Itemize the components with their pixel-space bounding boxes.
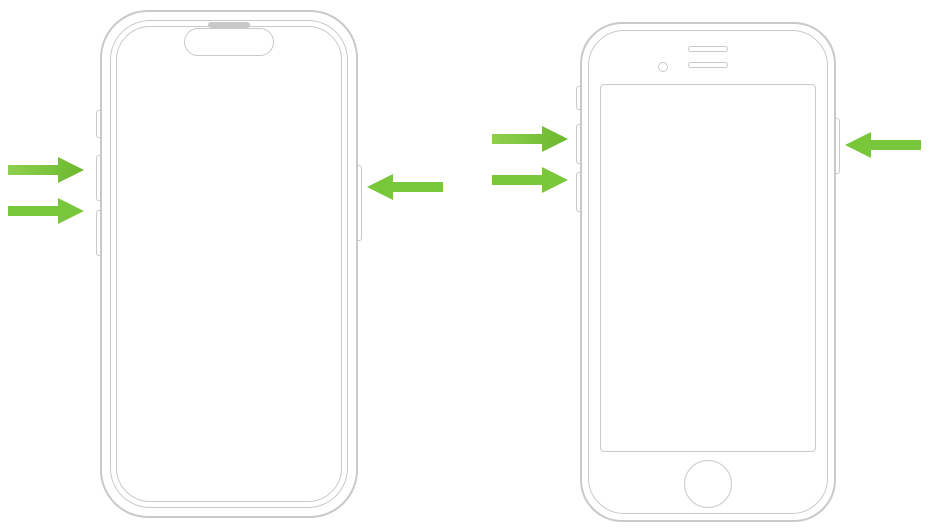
arrow-right-icon xyxy=(6,155,86,185)
home-button xyxy=(684,460,732,508)
front-camera xyxy=(658,62,668,72)
arrow-left-icon xyxy=(843,130,923,160)
phone-screen xyxy=(600,84,816,452)
arrow-right-icon xyxy=(490,124,570,154)
phone-faceid xyxy=(100,10,358,518)
sensor-bar xyxy=(688,62,728,68)
dynamic-island xyxy=(184,28,274,56)
phone-homebutton xyxy=(580,22,836,522)
arrow-right-icon xyxy=(6,196,86,226)
diagram-stage xyxy=(0,0,932,530)
arrow-right-icon xyxy=(490,165,570,195)
earpiece-speaker xyxy=(688,46,728,52)
arrow-left-icon xyxy=(365,172,445,202)
side-button xyxy=(358,165,362,241)
side-button xyxy=(836,118,840,174)
phone-screen xyxy=(116,26,342,502)
